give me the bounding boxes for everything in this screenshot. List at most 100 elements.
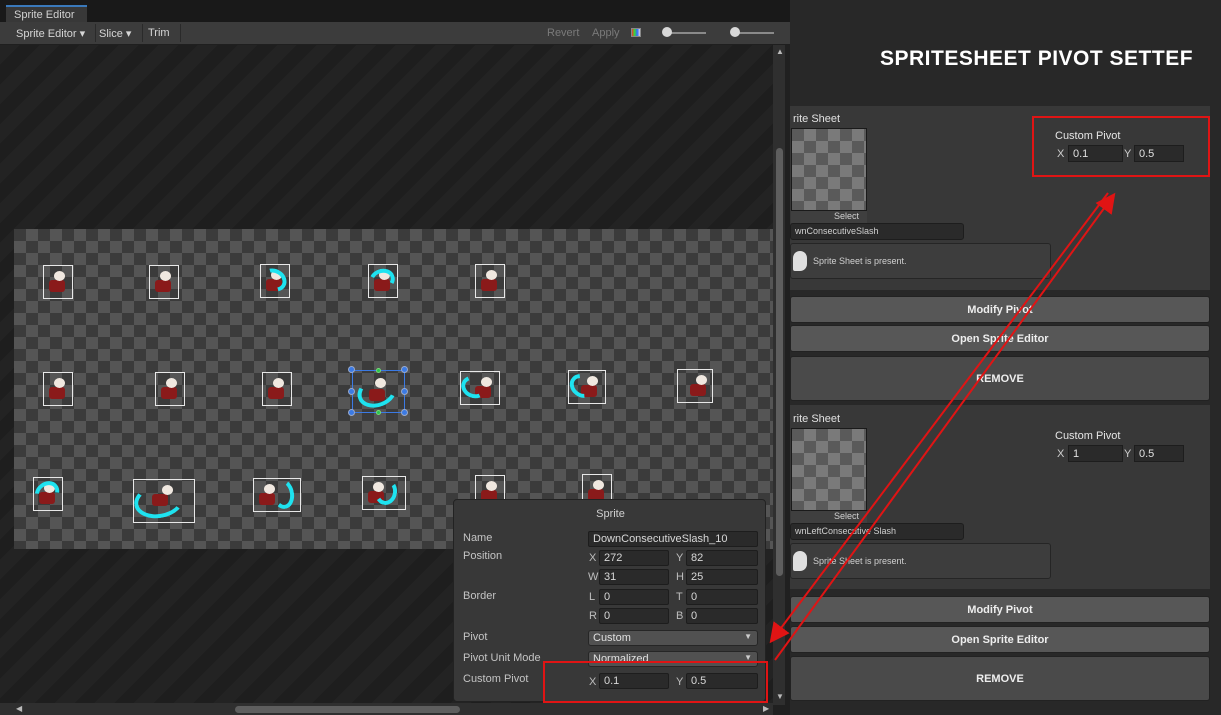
vertical-scrollbar-thumb[interactable] [776, 148, 783, 576]
sprite-frame[interactable] [29, 476, 65, 511]
pivot-unit-mode-label: Pivot Unit Mode [463, 652, 541, 664]
custom-pivot-label: Custom Pivot [1055, 430, 1121, 442]
resize-handle[interactable] [401, 366, 408, 373]
sprite-sheet-thumbnail[interactable] [791, 128, 867, 211]
horizontal-scrollbar-thumb[interactable] [235, 706, 460, 713]
sprite-frame[interactable] [43, 372, 73, 406]
y-axis-label: Y [676, 552, 684, 564]
l-axis-label: L [589, 591, 596, 603]
toolbar-divider [142, 24, 143, 42]
annotation-highlight-box [543, 661, 768, 703]
pivot-y-axis-label: Y [1124, 448, 1132, 460]
sprite-frame[interactable] [149, 265, 179, 299]
scroll-left-icon[interactable]: ◀ [16, 704, 22, 713]
pivot-x-axis-label: X [1057, 448, 1065, 460]
scroll-down-icon[interactable]: ▼ [776, 692, 784, 701]
r-axis-label: R [589, 610, 597, 622]
sprite-sheet-thumbnail[interactable] [791, 428, 867, 511]
sprite-frame[interactable] [677, 369, 713, 403]
remove-button[interactable]: REMOVE [790, 356, 1210, 401]
width-field[interactable]: 31 [599, 569, 669, 585]
info-icon [793, 251, 807, 271]
resize-handle[interactable] [348, 388, 355, 395]
select-sheet-button[interactable]: Select [791, 511, 867, 523]
sprite-frame[interactable] [253, 477, 301, 512]
name-label: Name [463, 532, 493, 544]
resize-handle[interactable] [401, 388, 408, 395]
apply-button[interactable]: Apply [592, 27, 620, 39]
modify-pivot-button[interactable]: Modify Pivot [790, 296, 1210, 323]
scroll-up-icon[interactable]: ▲ [776, 47, 784, 56]
toolbar-divider [95, 24, 96, 42]
sprite-frame[interactable] [564, 369, 606, 404]
open-sprite-editor-button[interactable]: Open Sprite Editor [790, 325, 1210, 352]
sprite-frame[interactable] [458, 371, 500, 405]
zoom-slider-handle[interactable] [662, 27, 672, 37]
sprite-editor-titlebar [0, 0, 790, 22]
sprite-frame[interactable] [155, 372, 185, 406]
sprite-frame[interactable] [366, 264, 398, 298]
annotation-highlight-box [1032, 116, 1210, 177]
border-bottom-field[interactable]: 0 [686, 608, 758, 624]
resize-handle[interactable] [348, 366, 355, 373]
resize-handle[interactable] [348, 409, 355, 416]
x-axis-label: X [589, 552, 597, 564]
resize-handle[interactable] [401, 409, 408, 416]
pivot-label: Pivot [463, 631, 488, 643]
sprite-editor-tab[interactable]: Sprite Editor [6, 5, 87, 22]
w-axis-label: W [588, 571, 599, 583]
sprite-frame-selected[interactable] [352, 370, 405, 413]
height-field[interactable]: 25 [686, 569, 758, 585]
name-field[interactable]: DownConsecutiveSlash_10 [588, 531, 758, 547]
sprite-panel-title: Sprite [596, 508, 625, 520]
open-sprite-editor-button[interactable]: Open Sprite Editor [790, 626, 1210, 653]
position-y-field[interactable]: 82 [686, 550, 758, 566]
slice-dropdown[interactable]: Slice ▾ [99, 27, 131, 40]
info-icon [793, 551, 807, 571]
sprite-sheet-name-field[interactable]: wnLeftConsecutive Slash [790, 523, 964, 540]
sprite-frame[interactable] [362, 476, 406, 510]
sprite-frame[interactable] [475, 264, 505, 298]
sprite-frame[interactable] [262, 372, 292, 406]
zoom-slider-track[interactable] [668, 32, 706, 34]
sprite-sheet-label: rite Sheet [793, 413, 841, 425]
info-helpbox: Sprite Sheet is present. [790, 243, 1051, 279]
sprite-frame[interactable] [43, 265, 73, 299]
border-left-field[interactable]: 0 [599, 589, 669, 605]
mip-slider-handle[interactable] [730, 27, 740, 37]
pivot-dropdown-value: Custom [593, 632, 631, 644]
sprite-frame[interactable] [131, 479, 195, 523]
pivot-x-field[interactable]: 1 [1068, 445, 1123, 462]
color-channel-icon[interactable] [631, 28, 641, 37]
position-x-field[interactable]: 272 [599, 550, 669, 566]
info-helpbox: Sprite Sheet is present. [790, 543, 1051, 579]
h-axis-label: H [676, 571, 684, 583]
select-sheet-button[interactable]: Select [791, 211, 867, 223]
revert-button[interactable]: Revert [547, 27, 579, 39]
helpbox-text: Sprite Sheet is present. [813, 556, 907, 566]
mode-dropdown[interactable]: Sprite Editor ▾ [16, 27, 85, 40]
mip-slider-track[interactable] [734, 32, 774, 34]
modify-pivot-button[interactable]: Modify Pivot [790, 596, 1210, 623]
toolbar-divider [180, 24, 181, 42]
border-label: Border [463, 590, 497, 602]
sprite-frame[interactable] [257, 263, 291, 298]
t-axis-label: T [676, 591, 683, 603]
helpbox-text: Sprite Sheet is present. [813, 256, 907, 266]
b-axis-label: B [676, 610, 684, 622]
pivot-handle[interactable] [376, 410, 381, 415]
pivot-dropdown[interactable]: Custom ▼ [588, 630, 758, 646]
scroll-right-icon[interactable]: ▶ [763, 704, 769, 713]
pivot-y-field[interactable]: 0.5 [1134, 445, 1184, 462]
border-right-field[interactable]: 0 [599, 608, 669, 624]
pivot-setter-title: SPRITESHEET PIVOT SETTEF [880, 47, 1194, 70]
pivot-handle[interactable] [376, 368, 381, 373]
chevron-down-icon: ▼ [744, 632, 752, 641]
border-top-field[interactable]: 0 [686, 589, 758, 605]
remove-button[interactable]: REMOVE [790, 656, 1210, 701]
sprite-sheet-name-field[interactable]: wnConsecutiveSlash [790, 223, 964, 240]
trim-button[interactable]: Trim [148, 27, 170, 39]
sprite-sheet-label: rite Sheet [793, 113, 841, 125]
custom-pivot-label: Custom Pivot [463, 673, 529, 685]
position-label: Position [463, 550, 503, 562]
